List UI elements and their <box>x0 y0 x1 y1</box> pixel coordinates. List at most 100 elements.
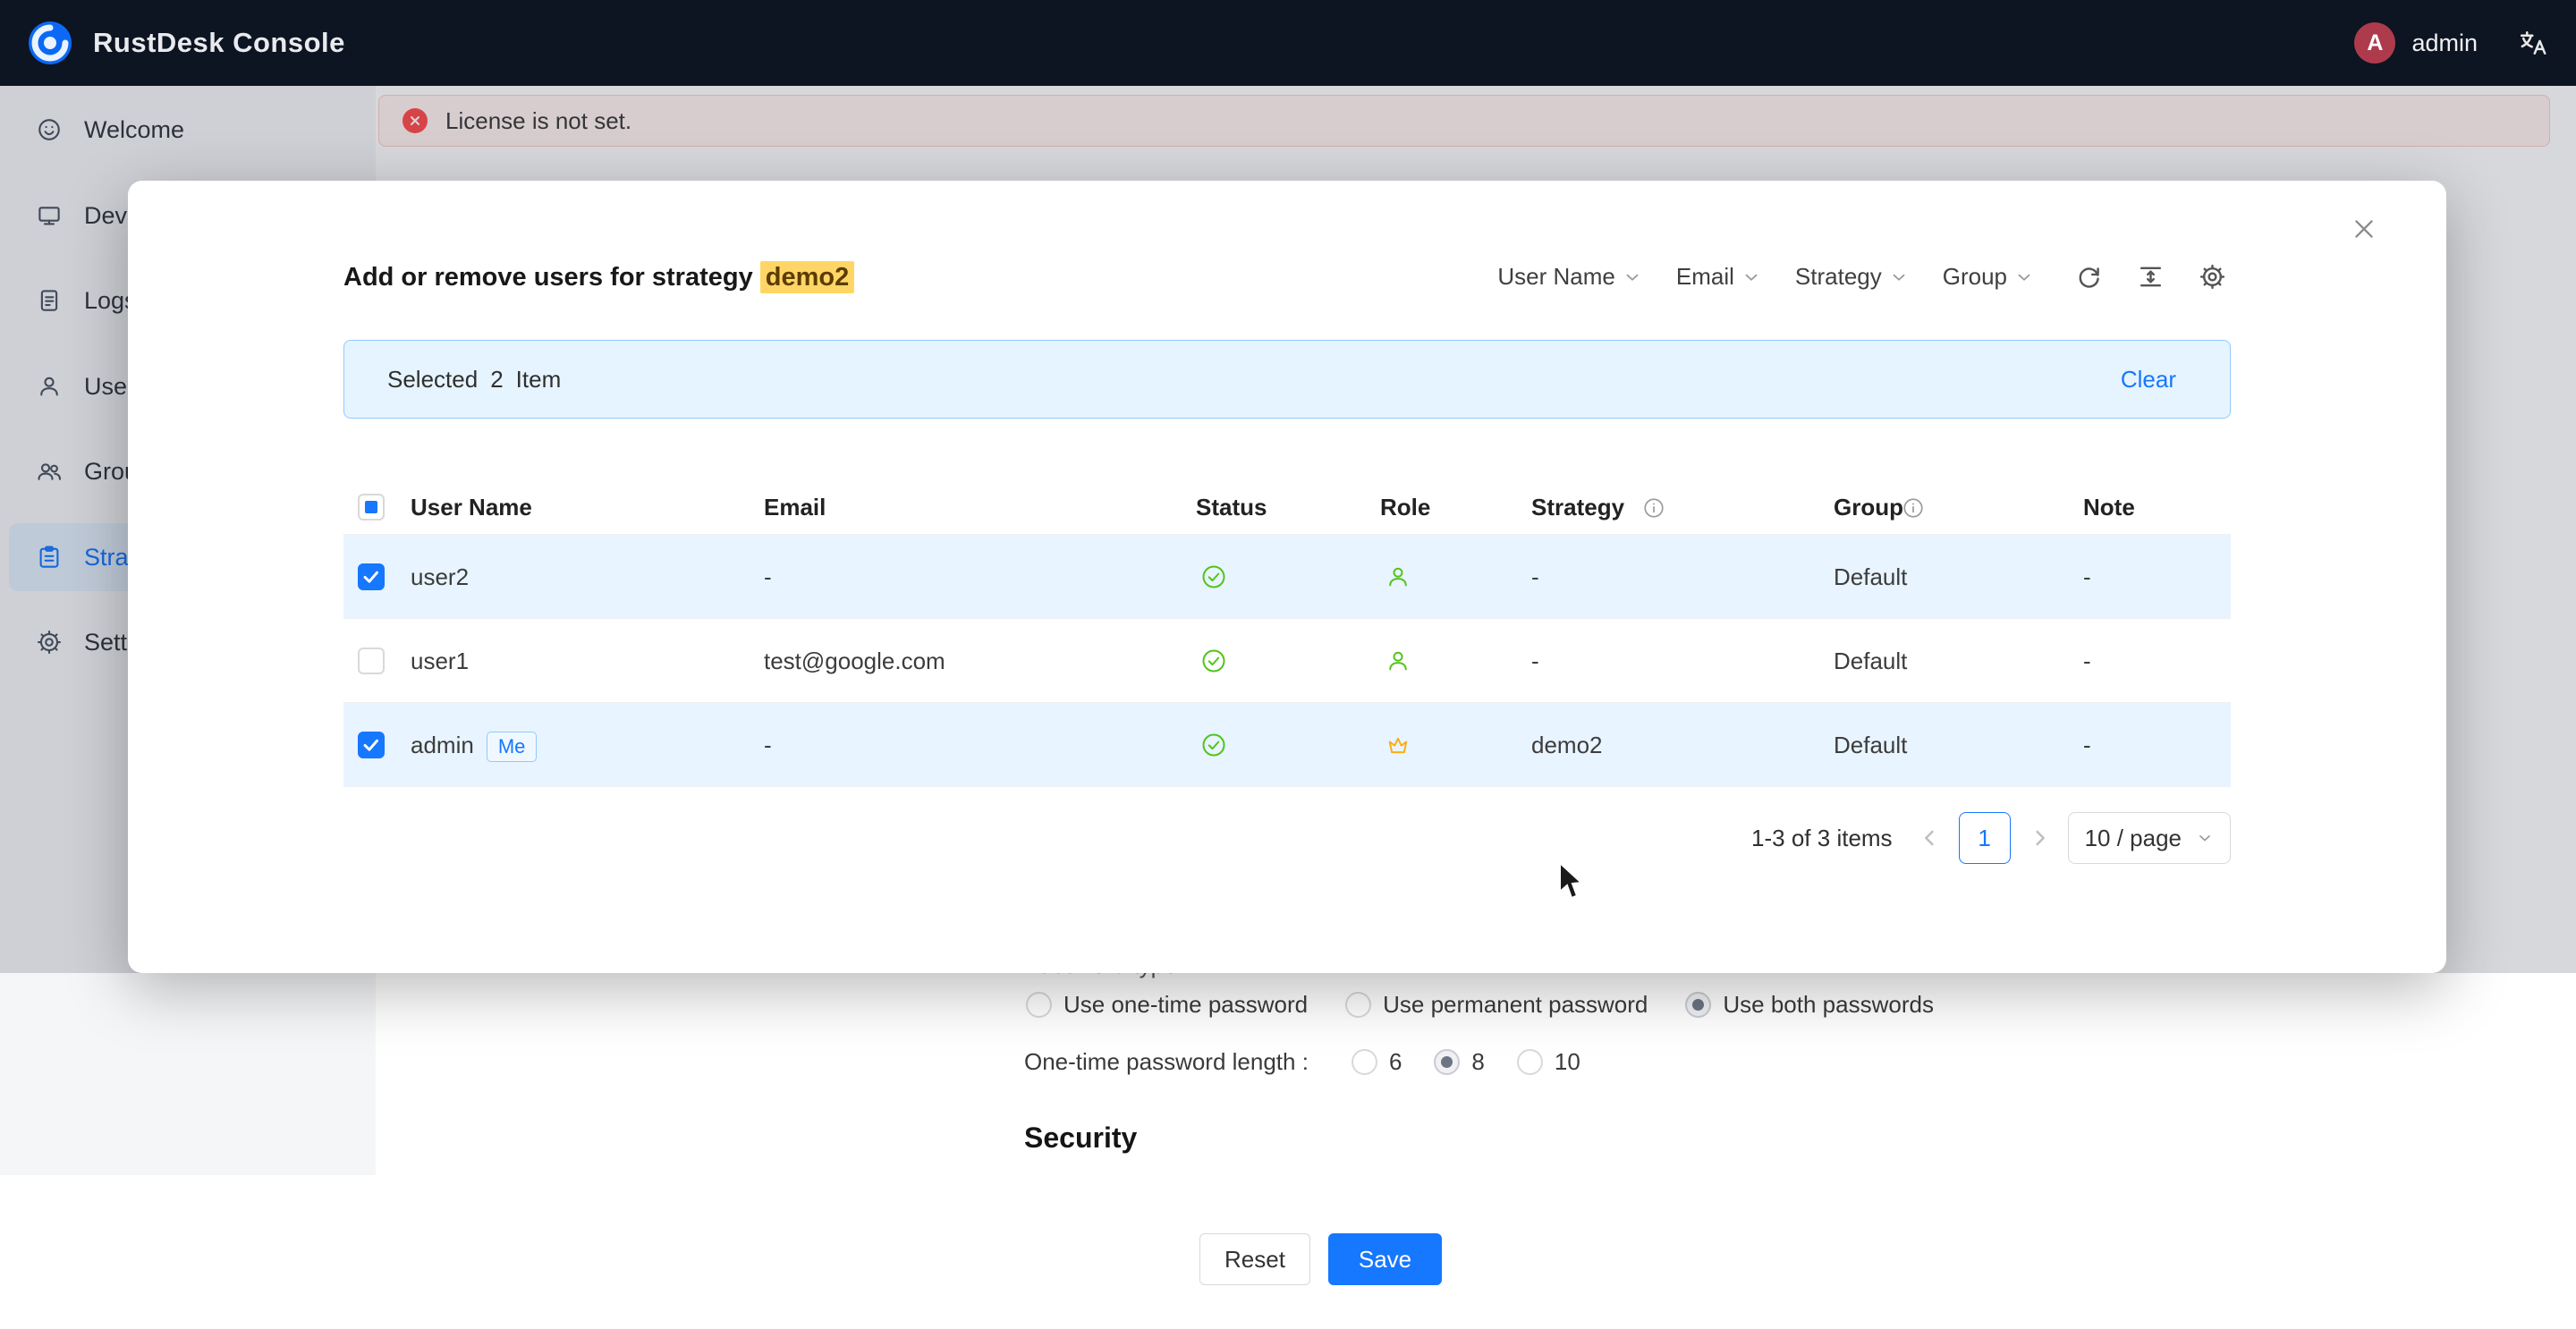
cell-user-name: admin Me <box>411 703 537 787</box>
column-header-status: Status <box>1196 479 1267 535</box>
page-size-label: 10 / page <box>2085 825 2182 852</box>
current-user-name[interactable]: admin <box>2411 30 2478 57</box>
status-ok-icon <box>1200 563 1227 590</box>
cell-user-name: user1 <box>411 619 469 703</box>
density-icon[interactable] <box>2137 263 2165 291</box>
filter-strategy[interactable]: Strategy <box>1795 263 1909 291</box>
status-ok-icon <box>1200 732 1227 758</box>
column-header-note: Note <box>2083 479 2135 535</box>
rustdesk-logo-icon <box>27 20 73 66</box>
role-user-icon <box>1385 563 1411 590</box>
cell-note: - <box>2083 619 2091 703</box>
table-row[interactable]: user2 - - Default - <box>343 535 2231 619</box>
column-header-user-name: User Name <box>411 479 532 535</box>
filter-label: User Name <box>1497 263 1614 291</box>
modal-title: Add or remove users for strategy demo2 <box>343 263 854 292</box>
app-title: RustDesk Console <box>93 27 345 59</box>
radio-permanent-password[interactable]: Use permanent password <box>1345 991 1648 1019</box>
page-number-button[interactable]: 1 <box>1959 812 2011 864</box>
selection-label: Selected <box>387 366 478 394</box>
radio-length-10[interactable]: 10 <box>1517 1048 1580 1076</box>
avatar[interactable]: A <box>2354 22 2395 63</box>
next-page-icon[interactable] <box>2027 825 2052 851</box>
chevron-down-icon <box>1889 267 1909 287</box>
user-name-text: admin <box>411 732 474 758</box>
selection-alert: Selected 2 Item Clear <box>343 340 2231 419</box>
selection-unit: Item <box>516 366 562 394</box>
close-icon[interactable] <box>2350 215 2378 243</box>
filter-user-name[interactable]: User Name <box>1497 263 1641 291</box>
page-size-select[interactable]: 10 / page <box>2068 812 2231 864</box>
radio-icon-checked[interactable] <box>1685 992 1711 1018</box>
column-header-strategy: Strategy <box>1531 479 1624 535</box>
column-header-role: Role <box>1380 479 1430 535</box>
top-header: RustDesk Console A admin <box>0 0 2576 86</box>
clear-selection-link[interactable]: Clear <box>2121 366 2176 394</box>
cell-note: - <box>2083 703 2091 787</box>
cell-email: test@google.com <box>764 619 945 703</box>
filter-group[interactable]: Group <box>1943 263 2034 291</box>
refresh-icon[interactable] <box>2075 263 2103 291</box>
radio-length-6[interactable]: 6 <box>1352 1048 1402 1076</box>
reset-button[interactable]: Reset <box>1199 1233 1310 1285</box>
cell-email: - <box>764 535 772 619</box>
cell-group: Default <box>1834 703 1907 787</box>
column-header-email: Email <box>764 479 826 535</box>
me-tag: Me <box>487 732 538 762</box>
radio-label: 6 <box>1389 1048 1402 1076</box>
info-icon[interactable] <box>1642 496 1665 520</box>
cell-group: Default <box>1834 619 1907 703</box>
table-toolbar: User Name Email Strategy Group <box>1497 263 2226 291</box>
role-user-icon <box>1385 648 1411 674</box>
radio-icon[interactable] <box>1352 1049 1377 1075</box>
row-checkbox-checked[interactable] <box>358 732 385 758</box>
chevron-down-icon <box>2014 267 2034 287</box>
radio-icon-checked[interactable] <box>1434 1049 1460 1075</box>
select-all-checkbox[interactable] <box>358 494 385 521</box>
otp-length-label: One-time password length : <box>1024 1048 1309 1076</box>
radio-icon[interactable] <box>1517 1049 1543 1075</box>
filter-label: Strategy <box>1795 263 1882 291</box>
filter-label: Email <box>1676 263 1734 291</box>
radio-label: Use one-time password <box>1063 991 1308 1019</box>
cell-user-name: user2 <box>411 535 469 619</box>
chevron-down-icon <box>1623 267 1642 287</box>
info-icon[interactable] <box>1902 496 1925 520</box>
table-header-row: User Name Email Status Role Strategy Gro… <box>343 479 2231 535</box>
cell-group: Default <box>1834 535 1907 619</box>
prev-page-icon[interactable] <box>1918 825 1943 851</box>
column-settings-icon[interactable] <box>2199 263 2226 291</box>
password-type-options: Use one-time password Use permanent pass… <box>1026 980 1934 1028</box>
cell-strategy: - <box>1531 535 1539 619</box>
add-remove-users-modal: Add or remove users for strategy demo2 U… <box>128 181 2446 973</box>
pagination-total: 1-3 of 3 items <box>1751 825 1893 852</box>
radio-icon[interactable] <box>1345 992 1371 1018</box>
radio-label: Use permanent password <box>1383 991 1648 1019</box>
page: RustDesk Console A admin Welcome Dev <box>0 0 2576 1329</box>
translate-icon[interactable] <box>2517 27 2549 59</box>
cell-strategy: demo2 <box>1531 703 1603 787</box>
cell-strategy: - <box>1531 619 1539 703</box>
radio-both-passwords[interactable]: Use both passwords <box>1685 991 1934 1019</box>
pagination: 1-3 of 3 items 1 10 / page <box>343 807 2231 869</box>
radio-one-time-password[interactable]: Use one-time password <box>1026 991 1308 1019</box>
otp-length-options: One-time password length : 6 8 10 <box>1024 1037 1613 1086</box>
radio-label: Use both passwords <box>1723 991 1934 1019</box>
selection-count: 2 <box>490 366 503 394</box>
row-checkbox[interactable] <box>358 648 385 674</box>
table-row[interactable]: user1 test@google.com - Default - <box>343 619 2231 703</box>
cell-note: - <box>2083 535 2091 619</box>
row-checkbox-checked[interactable] <box>358 563 385 590</box>
chevron-down-icon <box>2196 829 2214 847</box>
header-right: A admin <box>2354 22 2549 63</box>
strategy-name-highlight: demo2 <box>760 261 854 293</box>
table-row[interactable]: adminMe - demo2 Default - <box>343 703 2231 787</box>
security-heading: Security <box>1024 1122 1137 1155</box>
filter-email[interactable]: Email <box>1676 263 1761 291</box>
radio-label: 10 <box>1555 1048 1580 1076</box>
users-table: User Name Email Status Role Strategy Gro… <box>343 479 2231 787</box>
save-button[interactable]: Save <box>1328 1233 1442 1285</box>
radio-length-8[interactable]: 8 <box>1434 1048 1484 1076</box>
modal-title-text: Add or remove users for strategy <box>343 263 760 292</box>
radio-icon[interactable] <box>1026 992 1052 1018</box>
